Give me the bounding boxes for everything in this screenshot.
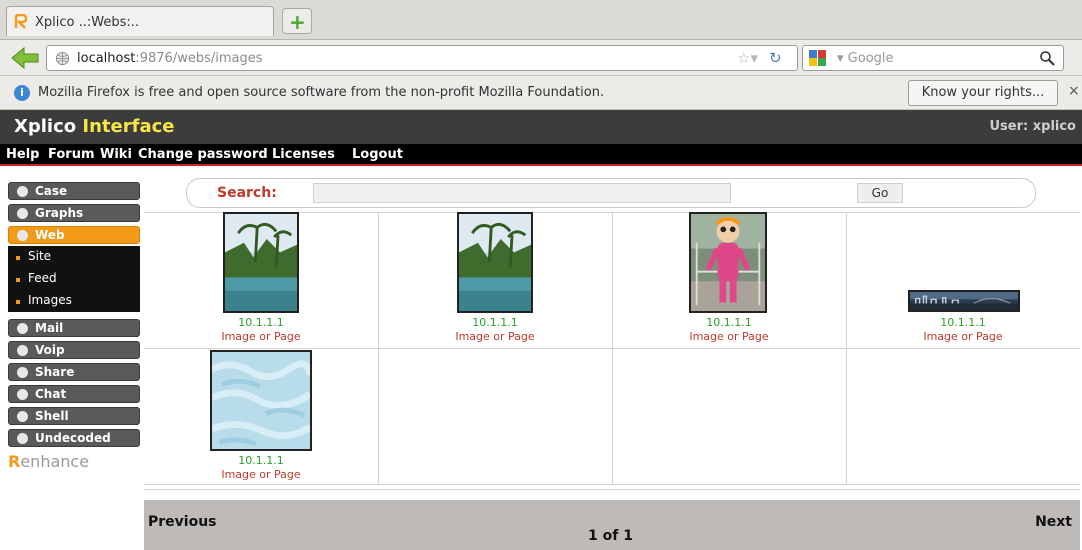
image-or-page-link[interactable]: Image or Page <box>144 330 378 343</box>
dot-icon <box>16 300 20 304</box>
grid-line <box>378 212 379 484</box>
google-engine-icon <box>809 50 826 66</box>
sidebar-item-mail[interactable]: Mail <box>8 319 140 337</box>
sidebar-subitem-feed[interactable]: Feed <box>8 268 140 290</box>
image-grid: 10.1.1.1 Image or Page 10.1.1.1 Image or… <box>144 212 1080 490</box>
image-or-page-link[interactable]: Image or Page <box>378 330 612 343</box>
sidebar-item-undecoded[interactable]: Undecoded <box>8 429 140 447</box>
grid-line <box>144 489 1080 490</box>
navigation-toolbar: localhost:9876/webs/images ☆▾ ↻ ▾ Google <box>0 40 1082 76</box>
sidebar-item-graphs[interactable]: Graphs <box>8 204 140 222</box>
dot-icon <box>16 256 20 260</box>
app-logo: Xplico Interface <box>14 116 175 137</box>
close-icon[interactable]: × <box>1068 83 1080 99</box>
back-arrow-icon[interactable] <box>8 45 42 71</box>
sidebar-item-web[interactable]: Web <box>8 226 140 244</box>
bullet-icon <box>17 367 28 378</box>
bullet-icon <box>17 208 28 219</box>
enhance-logo[interactable]: Renhance <box>8 452 89 471</box>
plus-icon: + <box>289 10 306 34</box>
menu-change-password[interactable]: Change password <box>138 147 268 162</box>
browser-tab-bar: Xplico ..:Webs:.. + <box>0 0 1082 40</box>
menu-help[interactable]: Help <box>6 147 39 162</box>
tab-title: Xplico ..:Webs:.. <box>35 15 140 30</box>
grid-line <box>612 212 613 484</box>
image-source-ip: 10.1.1.1 <box>472 316 518 329</box>
notification-text: Mozilla Firefox is free and open source … <box>38 85 605 100</box>
image-or-page-link[interactable]: Image or Page <box>144 468 378 481</box>
sidebar-item-chat[interactable]: Chat <box>8 385 140 403</box>
image-source-ip: 10.1.1.1 <box>238 454 284 467</box>
globe-icon <box>55 51 70 66</box>
image-thumbnail[interactable] <box>210 350 312 451</box>
new-tab-button[interactable]: + <box>282 8 312 34</box>
search-input[interactable] <box>313 183 731 203</box>
xplico-favicon-icon <box>14 14 28 29</box>
menu-licenses[interactable]: Licenses <box>272 147 335 162</box>
top-menu: Help Forum Wiki Change password Licenses… <box>0 144 1082 166</box>
sidebar-item-voip[interactable]: Voip <box>8 341 140 359</box>
bullet-icon <box>17 323 28 334</box>
image-or-page-link[interactable]: Image or Page <box>846 330 1080 343</box>
image-source-ip: 10.1.1.1 <box>940 316 986 329</box>
bullet-icon <box>17 389 28 400</box>
grid-line <box>144 484 1080 485</box>
next-link[interactable]: Next <box>1035 514 1072 530</box>
previous-link[interactable]: Previous <box>148 514 217 530</box>
image-source-ip: 10.1.1.1 <box>706 316 752 329</box>
notification-bar: i Mozilla Firefox is free and open sourc… <box>0 76 1082 110</box>
sidebar-subitem-site[interactable]: Site <box>8 246 140 268</box>
search-form: Search: Go <box>186 178 1036 208</box>
search-engine-placeholder: ▾ Google <box>837 51 894 66</box>
menu-logout[interactable]: Logout <box>352 147 403 162</box>
go-button[interactable]: Go <box>857 183 903 203</box>
bullet-icon <box>17 230 28 241</box>
know-your-rights-button[interactable]: Know your rights... <box>908 80 1058 106</box>
bullet-icon <box>17 186 28 197</box>
menu-forum[interactable]: Forum <box>48 147 95 162</box>
magnifier-icon[interactable] <box>1039 50 1055 66</box>
image-or-page-link[interactable]: Image or Page <box>612 330 846 343</box>
user-label: User: xplico <box>989 119 1077 134</box>
sidebar-subitem-images[interactable]: Images <box>8 290 140 312</box>
image-thumbnail[interactable] <box>908 290 1020 312</box>
dot-icon <box>16 278 20 282</box>
image-source-ip: 10.1.1.1 <box>238 316 284 329</box>
image-thumbnail[interactable] <box>689 212 767 313</box>
sidebar-item-share[interactable]: Share <box>8 363 140 381</box>
image-thumbnail[interactable] <box>457 212 533 313</box>
url-text: localhost:9876/webs/images <box>77 51 263 66</box>
grid-line <box>846 212 847 484</box>
reload-icon[interactable]: ↻ <box>769 49 782 67</box>
bullet-icon <box>17 433 28 444</box>
bookmark-star-icon[interactable]: ☆▾ <box>737 49 758 67</box>
bullet-icon <box>17 345 28 356</box>
browser-tab[interactable]: Xplico ..:Webs:.. <box>6 6 274 36</box>
search-label: Search: <box>217 185 277 201</box>
app-header: Xplico Interface User: xplico <box>0 110 1082 144</box>
url-bar[interactable]: localhost:9876/webs/images ☆▾ ↻ <box>46 45 798 71</box>
info-icon: i <box>14 85 30 101</box>
search-bar[interactable]: ▾ Google <box>802 45 1064 71</box>
sidebar-item-case[interactable]: Case <box>8 182 140 200</box>
bullet-icon <box>17 411 28 422</box>
pagination-bar: Previous 1 of 1 Next <box>144 500 1080 550</box>
sidebar-item-shell[interactable]: Shell <box>8 407 140 425</box>
image-thumbnail[interactable] <box>223 212 299 313</box>
page-counter: 1 of 1 <box>588 528 633 544</box>
menu-wiki[interactable]: Wiki <box>100 147 132 162</box>
